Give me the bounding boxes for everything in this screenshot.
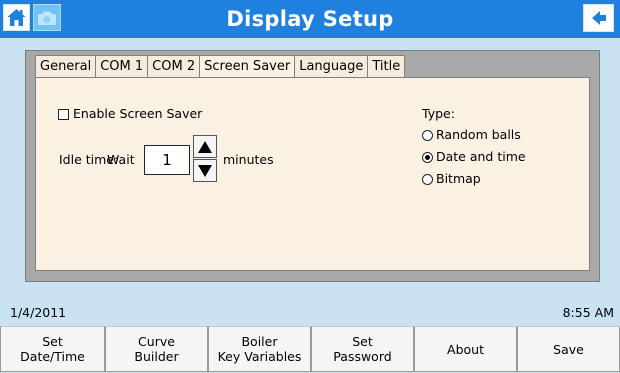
status-time: 8:55 AM xyxy=(562,305,614,320)
tab-bar: General COM 1 COM 2 Screen Saver Languag… xyxy=(35,55,406,77)
tab-com2[interactable]: COM 2 xyxy=(147,55,201,77)
curve-builder-button[interactable]: Curve Builder xyxy=(105,326,208,372)
tab-language[interactable]: Language xyxy=(294,55,369,77)
idle-time-input[interactable]: 1 xyxy=(144,145,190,175)
radio-date-and-time-label[interactable]: Date and time xyxy=(436,149,526,164)
arrow-up-icon xyxy=(198,140,212,153)
tab-general[interactable]: General xyxy=(35,55,97,77)
radio-date-and-time[interactable] xyxy=(422,152,433,163)
radio-bitmap[interactable] xyxy=(422,174,433,185)
minutes-label: minutes xyxy=(223,152,274,167)
about-button[interactable]: About xyxy=(414,326,517,372)
screen-saver-content: Enable Screen Saver Idle time: Wait 1 mi… xyxy=(35,77,590,271)
back-button[interactable] xyxy=(583,4,614,32)
save-button[interactable]: Save xyxy=(517,326,620,372)
status-date: 1/4/2011 xyxy=(10,305,67,320)
tab-screen-saver[interactable]: Screen Saver xyxy=(199,55,296,77)
radio-random-balls-label[interactable]: Random balls xyxy=(436,127,521,142)
enable-screen-saver-checkbox[interactable] xyxy=(58,109,69,120)
bottom-toolbar: Set Date/Time Curve Builder Boiler Key V… xyxy=(0,325,620,373)
enable-screen-saver-label[interactable]: Enable Screen Saver xyxy=(73,106,202,121)
wait-label: Wait xyxy=(107,152,135,167)
radio-bitmap-label[interactable]: Bitmap xyxy=(436,171,481,186)
page-title: Display Setup xyxy=(226,7,394,31)
set-password-button[interactable]: Set Password xyxy=(311,326,414,372)
back-arrow-icon xyxy=(591,11,606,25)
increment-button[interactable] xyxy=(193,135,217,158)
tab-title[interactable]: Title xyxy=(367,55,406,77)
arrow-down-icon xyxy=(198,164,212,177)
decrement-button[interactable] xyxy=(193,159,217,182)
radio-random-balls[interactable] xyxy=(422,130,433,141)
title-bar: Display Setup xyxy=(0,0,620,38)
boiler-key-variables-button[interactable]: Boiler Key Variables xyxy=(208,326,311,372)
tab-com1[interactable]: COM 1 xyxy=(95,55,149,77)
settings-panel: General COM 1 COM 2 Screen Saver Languag… xyxy=(25,50,600,282)
set-date-time-button[interactable]: Set Date/Time xyxy=(0,326,105,372)
type-label: Type: xyxy=(422,106,455,121)
